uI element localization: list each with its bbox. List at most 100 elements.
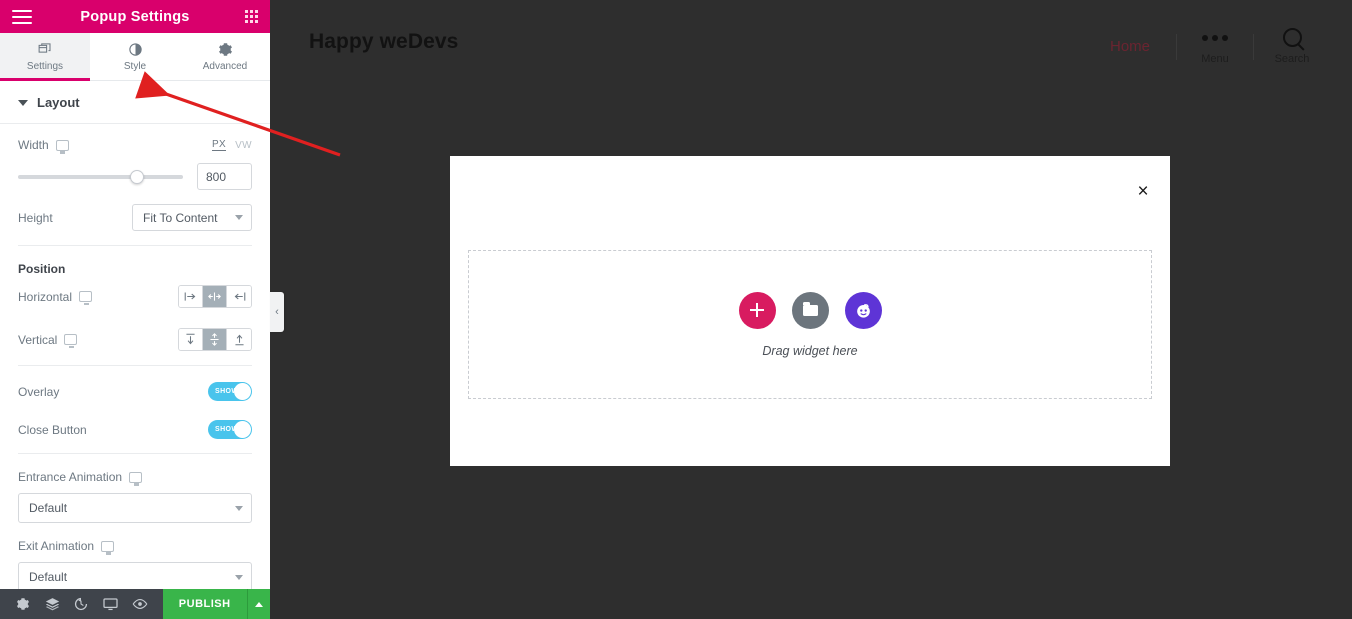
publish-button-label: PUBLISH <box>178 598 231 610</box>
position-title: Position <box>18 262 66 276</box>
search-icon <box>1282 28 1302 47</box>
history-icon[interactable] <box>67 589 96 619</box>
align-right-button[interactable] <box>227 286 251 307</box>
layout-controls: Width PX VW Height <box>0 124 270 246</box>
panel-footer: PUBLISH <box>0 589 271 619</box>
unit-px[interactable]: PX <box>211 139 227 151</box>
exit-animation-label: Exit Animation <box>18 539 252 555</box>
responsive-device-icon[interactable] <box>129 471 143 486</box>
animation-controls: Entrance Animation Default Exit Animatio… <box>0 470 270 589</box>
add-widget-button[interactable] <box>738 291 776 329</box>
align-top-button[interactable] <box>179 329 203 350</box>
editor-panel: Popup Settings Settings Style Advanced L… <box>0 0 271 619</box>
align-middle-button[interactable] <box>203 329 227 350</box>
site-navigation: Home Menu Search <box>1084 28 1330 65</box>
gear-icon <box>218 42 233 58</box>
responsive-mode-icon[interactable] <box>96 589 125 619</box>
chevron-up-icon <box>254 601 263 607</box>
align-bottom-button[interactable] <box>227 329 251 350</box>
panel-title: Popup Settings <box>80 8 190 25</box>
unit-vw[interactable]: VW <box>235 140 252 151</box>
tab-style[interactable]: Style <box>90 33 180 80</box>
vertical-align-group <box>178 328 252 351</box>
chevron-down-icon <box>235 574 243 580</box>
widget-buttons-group <box>738 291 882 329</box>
vertical-row: Vertical <box>18 328 252 351</box>
responsive-device-icon[interactable] <box>64 334 78 348</box>
vertical-label: Vertical <box>18 333 78 348</box>
panel-collapse-handle[interactable]: ‹ <box>270 292 284 332</box>
entrance-animation-value: Default <box>29 501 68 515</box>
toggle-controls: Overlay SHOW Close Button SHOW <box>0 366 270 454</box>
windows-icon <box>38 42 53 58</box>
tab-advanced[interactable]: Advanced <box>180 33 270 80</box>
section-layout-header[interactable]: Layout <box>0 81 270 124</box>
tab-settings[interactable]: Settings <box>0 33 90 81</box>
settings-gear-icon[interactable] <box>8 589 37 619</box>
tab-advanced-label: Advanced <box>202 60 248 72</box>
close-button-row: Close Button SHOW <box>18 420 252 439</box>
publish-options-button[interactable] <box>246 589 271 619</box>
preview-eye-icon[interactable] <box>125 589 154 619</box>
tab-style-label: Style <box>123 60 147 72</box>
overlay-toggle[interactable]: SHOW <box>208 382 252 401</box>
dropzone-label: Drag widget here <box>762 343 858 358</box>
overlay-row: Overlay SHOW <box>18 382 252 401</box>
position-controls: Horizontal Vertical <box>0 285 270 366</box>
height-label: Height <box>18 210 53 225</box>
nav-link-home[interactable]: Home <box>1084 38 1176 55</box>
publish-button[interactable]: PUBLISH <box>162 589 247 619</box>
responsive-device-icon[interactable] <box>79 291 93 305</box>
width-slider-knob[interactable] <box>129 169 144 184</box>
nav-item-search-label: Search <box>1274 53 1310 65</box>
ai-widget-button[interactable] <box>844 291 882 329</box>
layers-icon[interactable] <box>37 589 66 619</box>
chevron-down-icon <box>235 505 243 511</box>
toggle-knob <box>234 383 251 400</box>
width-unit-switcher: PX VW <box>211 139 252 151</box>
grid-icon[interactable] <box>245 10 258 23</box>
widget-dropzone[interactable]: Drag widget here <box>468 250 1152 399</box>
horizontal-label: Horizontal <box>18 290 93 305</box>
width-input[interactable] <box>197 163 252 190</box>
width-slider-row <box>18 163 252 190</box>
height-select[interactable]: Fit To Content <box>132 204 252 231</box>
nav-item-menu[interactable]: Menu <box>1177 29 1253 65</box>
responsive-device-icon[interactable] <box>101 540 115 555</box>
responsive-device-icon[interactable] <box>55 139 69 154</box>
panel-body: Layout Width PX VW 800 Height Fit To Con… <box>0 81 270 589</box>
width-slider[interactable] <box>18 169 183 184</box>
popup-container: × Drag widget here <box>450 156 1170 466</box>
close-button-label: Close Button <box>18 422 87 437</box>
chevron-down-icon <box>235 215 243 220</box>
align-left-button[interactable] <box>179 286 203 307</box>
folder-icon <box>802 301 818 316</box>
panel-tabs: Settings Style Advanced <box>0 33 270 81</box>
three-dots-icon <box>1202 29 1228 47</box>
preview-canvas: Happy weDevs Home Menu Search × Drag wid… <box>270 0 1352 619</box>
section-layout-title: Layout <box>37 95 80 110</box>
width-row: Width PX VW <box>18 138 252 154</box>
chevron-left-icon: ‹ <box>275 306 279 318</box>
height-select-value: Fit To Content <box>143 210 218 225</box>
horizontal-row: Horizontal <box>18 285 252 308</box>
exit-animation-select[interactable]: Default <box>18 562 252 589</box>
entrance-animation-select[interactable]: Default <box>18 493 252 523</box>
overlay-label: Overlay <box>18 384 60 399</box>
height-row: Height Fit To Content <box>18 204 252 231</box>
nav-item-search[interactable]: Search <box>1254 28 1330 65</box>
popup-close-icon[interactable]: × <box>1132 180 1154 202</box>
horizontal-align-group <box>178 285 252 308</box>
entrance-animation-label: Entrance Animation <box>18 470 252 486</box>
template-library-button[interactable] <box>791 291 829 329</box>
exit-animation-value: Default <box>29 570 68 584</box>
close-button-toggle[interactable]: SHOW <box>208 420 252 439</box>
robot-face-icon <box>856 303 870 318</box>
width-label: Width <box>18 138 69 154</box>
align-center-button[interactable] <box>203 286 227 307</box>
chevron-down-icon <box>18 99 28 106</box>
panel-header: Popup Settings <box>0 0 270 33</box>
contrast-icon <box>128 42 143 58</box>
nav-item-menu-label: Menu <box>1201 52 1229 65</box>
hamburger-icon[interactable] <box>12 9 32 24</box>
